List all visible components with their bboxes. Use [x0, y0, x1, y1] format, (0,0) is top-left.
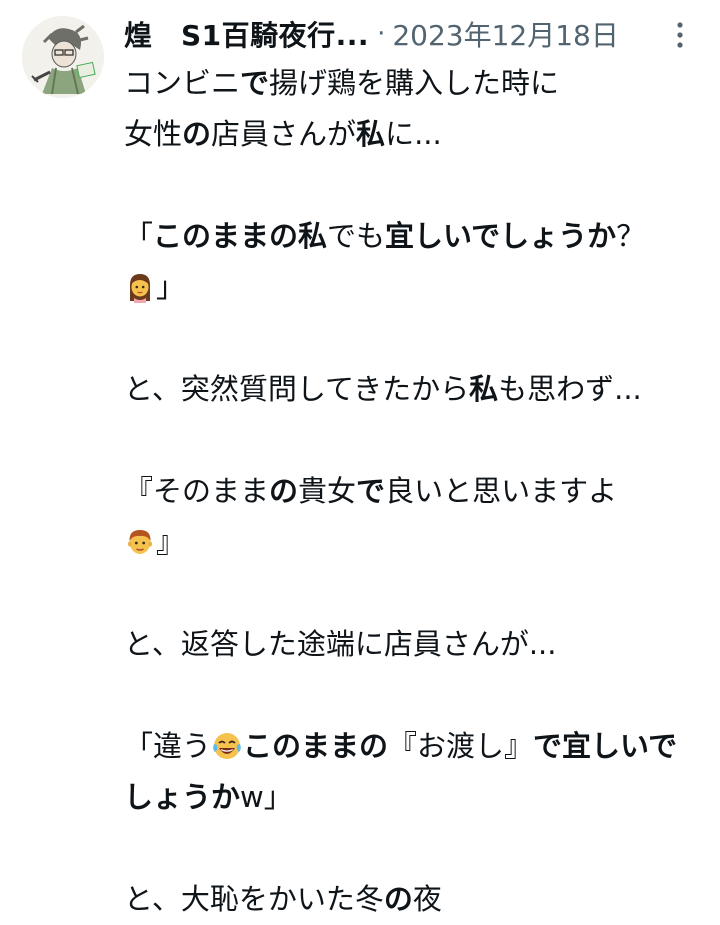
post-date[interactable]: 2023年12月18日 — [392, 14, 619, 54]
text-run: 『そのまま — [124, 474, 270, 508]
tweet-text: コンビニで揚げ鶏を購入した時に 女性の店員さんが私に... 「このままの私でも宜し… — [124, 58, 694, 925]
text-run: と、返答した途端に店員さんが... — [124, 627, 557, 661]
text-run: w」 — [240, 780, 293, 814]
text-run: 』 — [156, 525, 186, 559]
text-run: 揚げ鶏を購入した時に — [269, 66, 560, 100]
text-run-bold: の — [269, 474, 299, 508]
text-run-bold: で — [240, 66, 270, 100]
text-run-bold: の — [182, 117, 212, 151]
text-run: も思わず... — [498, 372, 642, 406]
text-run: に... — [385, 117, 442, 151]
paragraph-2: 「このままの私でも宜しいでしょうか？ 」 — [124, 211, 694, 313]
text-run: と、大恥をかいた冬 — [124, 882, 384, 916]
text-run: 「 — [124, 219, 154, 253]
text-run: と、突然質問してきたから — [124, 372, 470, 406]
avatar-illustration-icon — [22, 16, 104, 98]
text-run: ？ — [616, 219, 646, 253]
text-run-bold: 私 — [469, 372, 499, 406]
paragraph-1: コンビニで揚げ鶏を購入した時に女性の店員さんが私に... — [124, 58, 694, 160]
woman-emoji-icon — [124, 268, 156, 303]
text-run: 「違う — [124, 729, 212, 763]
paragraph-4: 『そのままの貴女で良いと思いますよ』 — [124, 466, 694, 568]
text-run: 店員さんが — [211, 117, 357, 151]
text-run: 貴女 — [298, 474, 357, 508]
text-run-bold: 私 — [356, 117, 386, 151]
author-name[interactable]: 煌 S1百騎夜行... — [124, 14, 369, 54]
text-run: 夜 — [412, 882, 442, 916]
avatar[interactable] — [22, 16, 104, 98]
text-run: 」 — [156, 270, 186, 304]
text-run-bold: で — [356, 474, 386, 508]
text-run-bold: このままの私 — [153, 219, 328, 253]
laughing-tears-emoji-icon — [211, 727, 243, 759]
text-run: 良いと思いますよ — [385, 474, 618, 508]
tweet-header: 煌 S1百騎夜行... · 2023年12月18日 — [124, 12, 654, 56]
text-run: 女性 — [124, 117, 183, 151]
paragraph-6: 「違う このままの『お渡し』で宜しいでしょうかw」 — [124, 721, 694, 823]
paragraph-3: と、突然質問してきたから私も思わず... — [124, 364, 694, 415]
text-run: 『お渡し』 — [388, 729, 534, 763]
man-emoji-icon — [124, 523, 156, 555]
text-run-bold: の — [383, 882, 413, 916]
more-vertical-icon — [677, 22, 683, 48]
paragraph-5: と、返答した途端に店員さんが... — [124, 619, 694, 670]
more-options-button[interactable] — [664, 18, 696, 52]
paragraph-7: と、大恥をかいた冬の夜 — [124, 874, 694, 925]
text-run: コンビニ — [124, 66, 241, 100]
separator-dot: · — [377, 19, 386, 49]
text-run: でも — [327, 219, 386, 253]
text-run-bold: このままの — [243, 729, 389, 763]
text-run-bold: 宜しいでしょうか — [385, 219, 617, 253]
